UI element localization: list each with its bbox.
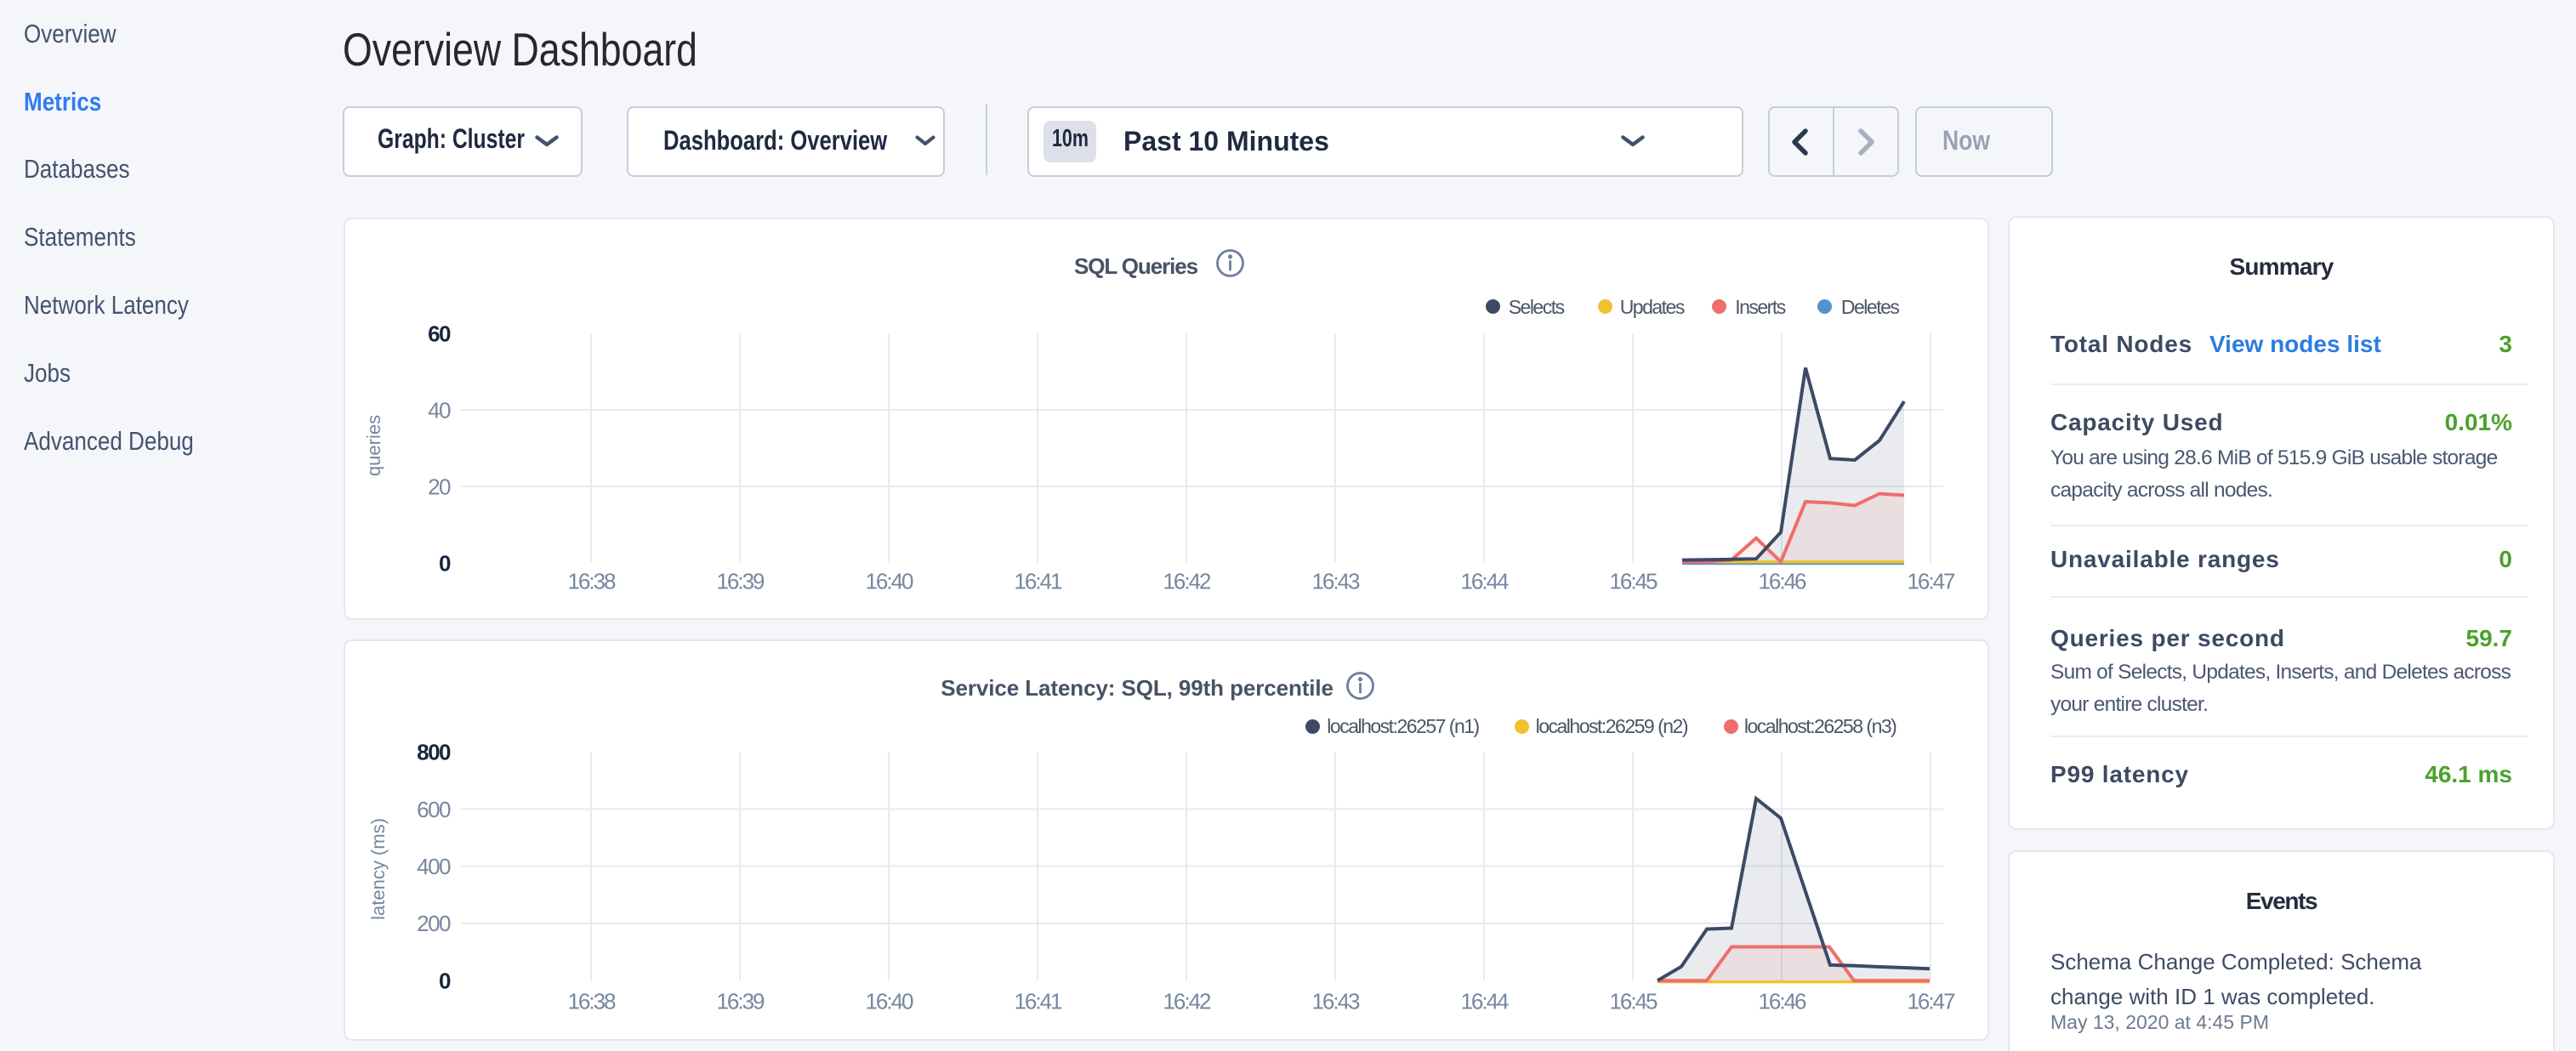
svg-text:16:40: 16:40 — [865, 568, 913, 594]
svg-text:16:47: 16:47 — [1907, 568, 1955, 594]
svg-text:16:46: 16:46 — [1758, 988, 1806, 1014]
svg-text:16:42: 16:42 — [1163, 568, 1211, 594]
svg-text:600: 600 — [417, 797, 451, 822]
svg-text:16:42: 16:42 — [1163, 988, 1211, 1014]
svg-text:latency (ms): latency (ms) — [367, 818, 389, 920]
svg-text:800: 800 — [417, 740, 451, 765]
svg-text:16:38: 16:38 — [567, 988, 616, 1014]
svg-text:16:41: 16:41 — [1014, 988, 1062, 1014]
svg-text:16:38: 16:38 — [567, 568, 616, 594]
svg-text:16:39: 16:39 — [716, 988, 765, 1014]
svg-text:200: 200 — [417, 911, 451, 936]
svg-text:16:40: 16:40 — [865, 988, 913, 1014]
svg-text:60: 60 — [428, 321, 451, 346]
svg-text:queries: queries — [363, 415, 384, 476]
svg-text:16:44: 16:44 — [1460, 988, 1509, 1014]
svg-text:40: 40 — [428, 397, 451, 423]
svg-text:0: 0 — [439, 550, 451, 576]
svg-text:16:39: 16:39 — [716, 568, 765, 594]
svg-text:16:46: 16:46 — [1758, 568, 1806, 594]
svg-text:400: 400 — [417, 854, 451, 879]
svg-text:16:44: 16:44 — [1460, 568, 1509, 594]
svg-text:16:45: 16:45 — [1609, 568, 1658, 594]
svg-text:16:43: 16:43 — [1311, 568, 1360, 594]
svg-text:20: 20 — [428, 474, 451, 499]
svg-text:16:45: 16:45 — [1609, 988, 1658, 1014]
svg-text:16:41: 16:41 — [1014, 568, 1062, 594]
svg-text:0: 0 — [439, 968, 451, 993]
svg-text:16:43: 16:43 — [1311, 988, 1360, 1014]
svg-text:16:47: 16:47 — [1907, 988, 1955, 1014]
